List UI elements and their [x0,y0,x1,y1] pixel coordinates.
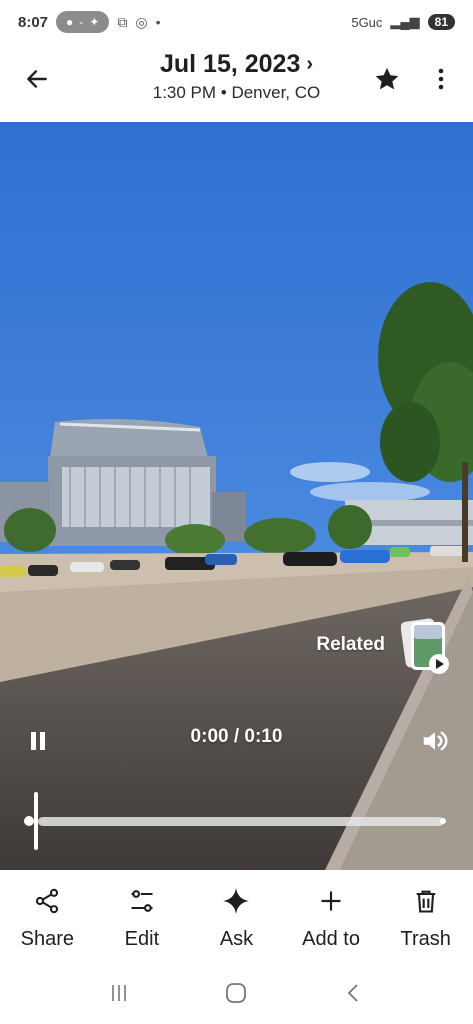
share-label: Share [20,928,74,950]
home-icon [226,983,247,1003]
action-bar: Share Edit Ask Add to Trash [0,870,473,960]
screenshot-icon: ⧉ [117,13,128,30]
ask-label: Ask [219,928,254,950]
nav-back-button[interactable] [334,973,374,1013]
more-options-button[interactable] [426,62,456,96]
sparkle-icon [221,886,251,916]
share-button[interactable]: Share [0,870,95,960]
app-notification-icon: ● [66,15,74,29]
related-thumbnail-icon [400,616,453,674]
nfc-icon: ◎ [135,13,148,30]
header: Jul 15, 2023 › 1:30 PM • Denver, CO [0,44,473,122]
recents-button[interactable] [99,973,139,1013]
dot-icon: • [155,13,161,30]
scrubber-track[interactable] [38,817,444,826]
trash-label: Trash [400,928,451,950]
status-bar: 8:07 ● - ✦ ⧉ ◎ • 5Guc ▂▄▆ 81 [0,0,473,44]
signal-icon: ▂▄▆ [390,14,420,29]
volume-icon [423,731,448,751]
more-vert-icon [438,68,444,90]
time-display: 0:00 / 0:10 [190,726,283,747]
separator-icon: - [79,15,84,29]
network-label: 5Guc [351,14,383,30]
status-icons: ⧉ ◎ • [117,14,160,31]
recents-icon [112,985,126,1001]
playback-controls: 0:00 / 0:10 [0,722,473,758]
app-notification-icon-2: ✦ [89,15,100,29]
edit-button[interactable]: Edit [95,870,190,960]
share-icon [32,886,62,916]
star-icon [375,67,399,90]
status-notification-pill: ● - ✦ [56,11,110,33]
related-label: Related [316,634,385,655]
battery-badge: 81 [427,14,455,30]
volume-button[interactable] [420,726,452,756]
page-title[interactable]: Jul 15, 2023 › [160,50,313,79]
system-nav-bar [0,962,473,1024]
date-title: Jul 15, 2023 [159,50,301,78]
home-button[interactable] [216,973,256,1013]
related-button[interactable]: Related [316,616,453,674]
scrubber-start-dot [24,816,34,826]
ask-button[interactable]: Ask [189,870,284,960]
scrubber-end-dot [440,818,446,824]
status-time: 8:07 [18,13,49,31]
chevron-right-icon: › [306,53,314,75]
trash-button[interactable]: Trash [378,870,473,960]
chevron-left-icon [347,984,358,1002]
edit-sliders-icon [127,886,157,916]
add-to-button[interactable]: Add to [284,870,379,960]
video-scrubber[interactable] [22,792,452,852]
favorite-button[interactable] [370,62,404,96]
status-right: 5Guc ▂▄▆ 81 [351,14,455,30]
add-to-label: Add to [302,928,360,950]
video-player[interactable]: Related 0:00 / 0:10 [0,122,473,870]
plus-icon [316,886,346,916]
scrubber-handle[interactable] [34,792,38,850]
edit-label: Edit [124,928,160,950]
trash-icon [411,886,441,916]
